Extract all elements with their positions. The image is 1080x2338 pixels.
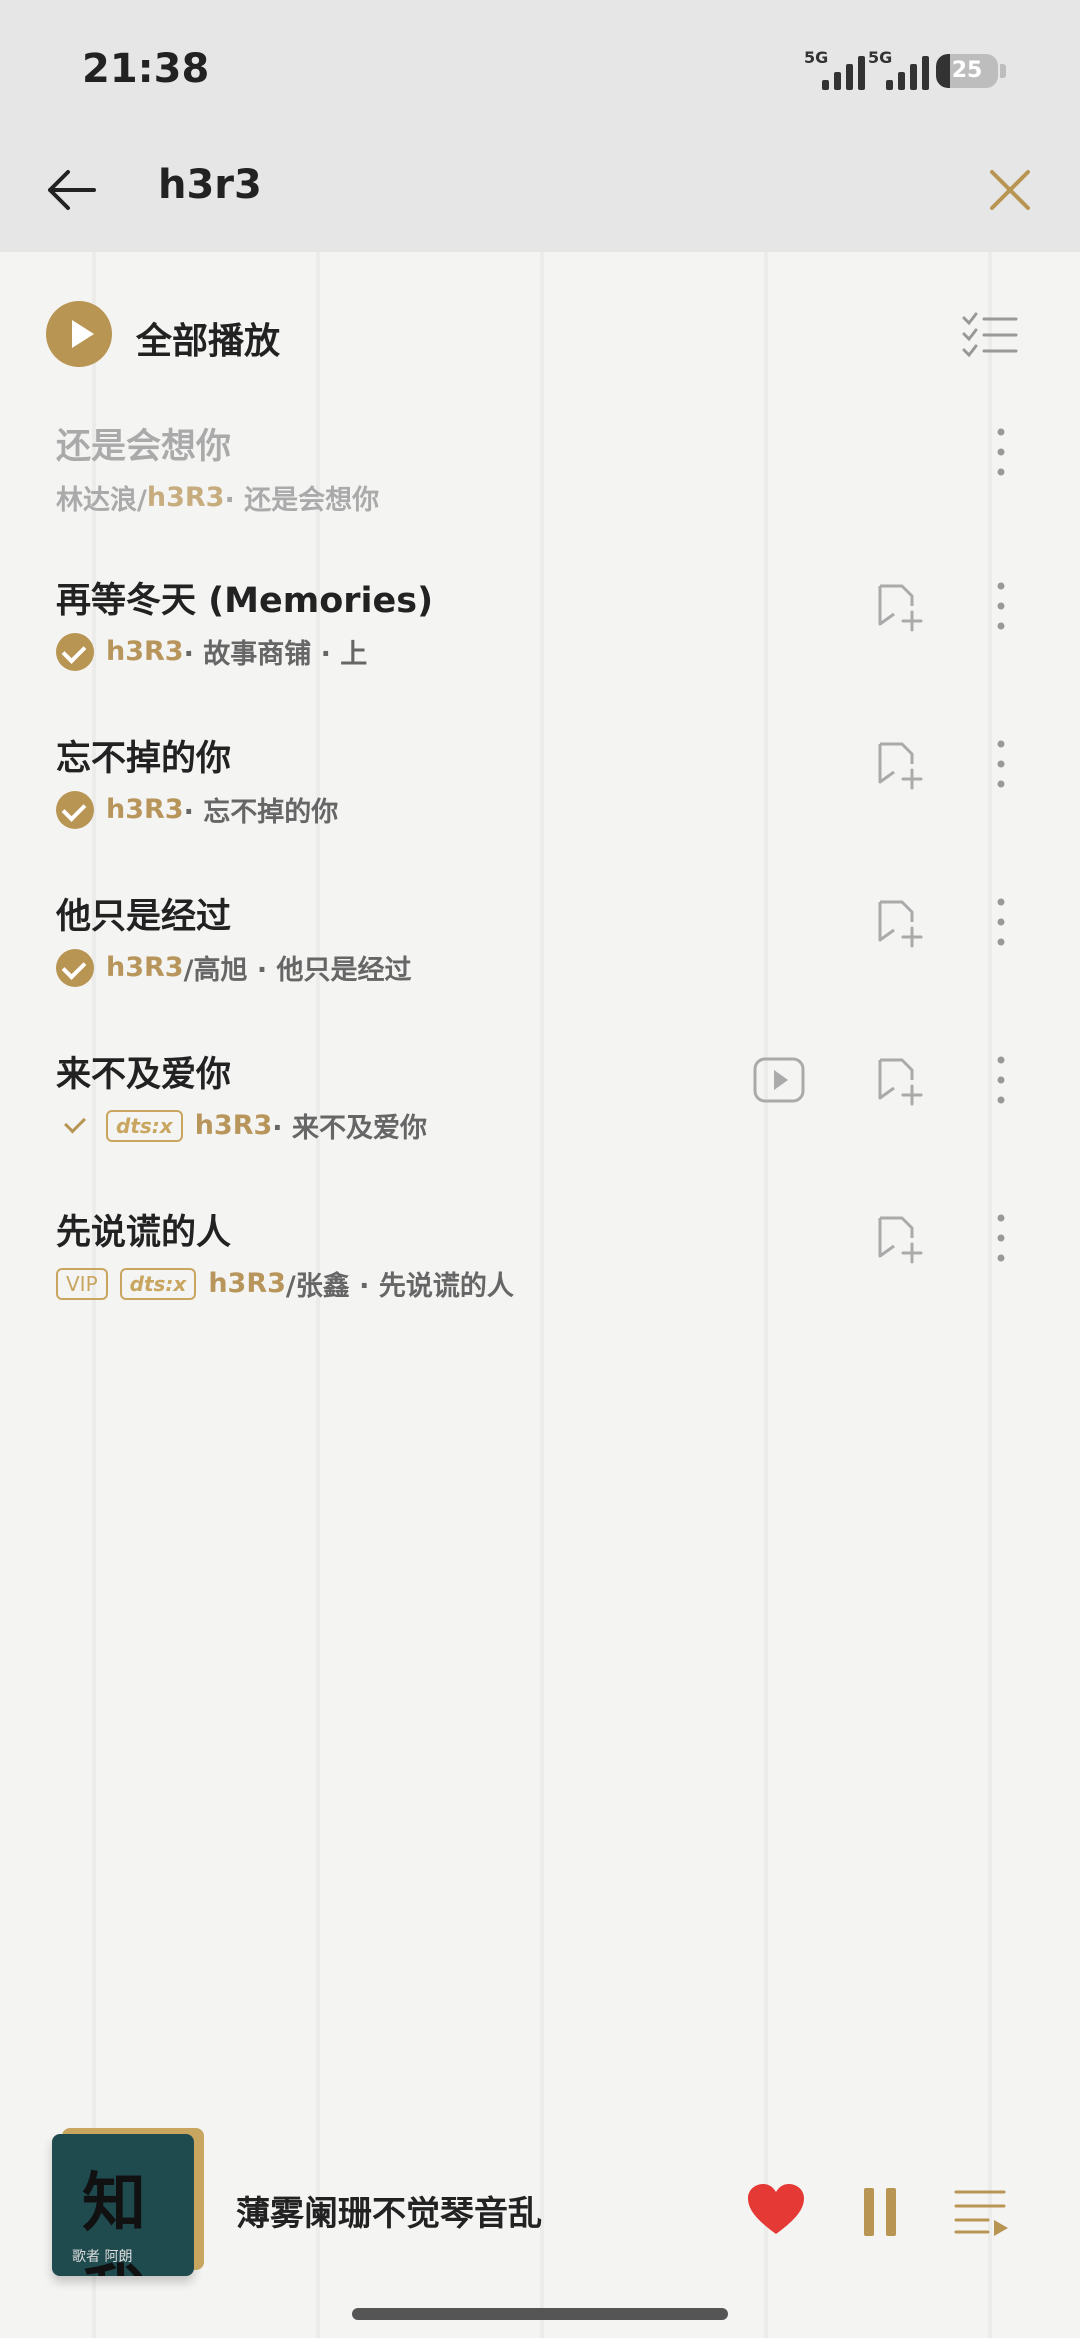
song-meta: VIP dts:x h3R3 /张鑫 · 先说谎的人 <box>56 1264 514 1303</box>
list-item[interactable]: 还是会想你 林达浪/ h3R3 · 还是会想你 <box>0 418 1080 568</box>
downloaded-check-icon <box>56 948 94 987</box>
song-title: 还是会想你 <box>56 427 232 467</box>
song-album: /高旭 · 他只是经过 <box>183 955 412 986</box>
song-title: 再等冬天 (Memories) <box>56 581 434 621</box>
more-options-icon[interactable] <box>986 1210 1016 1266</box>
song-title: 来不及爱你 <box>56 1055 232 1095</box>
multi-select-icon[interactable] <box>962 310 1018 360</box>
list-item[interactable]: 先说谎的人 VIP dts:x h3R3 /张鑫 · 先说谎的人 <box>0 1204 1080 1354</box>
add-to-playlist-icon[interactable] <box>876 582 928 632</box>
list-item[interactable]: 忘不掉的你 h3R3 · 忘不掉的你 <box>0 730 1080 880</box>
list-item[interactable]: 他只是经过 h3R3 /高旭 · 他只是经过 <box>0 888 1080 1038</box>
battery-icon: 25 <box>936 54 998 88</box>
song-title: 他只是经过 <box>56 897 232 937</box>
more-options-icon[interactable] <box>986 736 1016 792</box>
song-meta: h3R3 /高旭 · 他只是经过 <box>56 948 412 987</box>
song-artist-highlight: h3R3 <box>106 952 184 983</box>
more-options-icon[interactable] <box>986 424 1016 480</box>
album-cover[interactable]: 知我 歌者 阿朗 <box>52 2134 194 2276</box>
song-album: · 还是会想你 <box>224 485 380 516</box>
dtsx-badge: dts:x <box>119 1267 197 1300</box>
song-album: · 忘不掉的你 <box>183 797 339 828</box>
back-arrow-icon[interactable] <box>42 160 102 220</box>
add-to-playlist-icon[interactable] <box>876 1214 928 1264</box>
signal-icon-2: 5G <box>868 48 929 90</box>
music-video-icon[interactable] <box>752 1056 806 1104</box>
song-artist-highlight: h3R3 <box>208 1268 286 1299</box>
downloaded-check-icon <box>56 790 94 829</box>
song-artist-highlight: h3R3 <box>194 1110 273 1141</box>
home-indicator[interactable] <box>352 2308 728 2320</box>
add-to-playlist-icon[interactable] <box>876 1056 928 1106</box>
add-to-playlist-icon[interactable] <box>876 898 928 948</box>
song-meta: h3R3 · 忘不掉的你 <box>56 790 338 829</box>
check-icon <box>56 1107 94 1145</box>
now-playing-title[interactable]: 薄雾阑珊不觉琴音乱 <box>236 2186 542 2235</box>
cover-caption: 歌者 阿朗 <box>72 2249 133 2265</box>
battery-tip <box>1000 64 1006 78</box>
song-title: 先说谎的人 <box>56 1213 232 1253</box>
more-options-icon[interactable] <box>986 578 1016 634</box>
song-artist-highlight: h3R3 <box>146 482 225 513</box>
search-query[interactable]: h3r3 <box>158 162 262 208</box>
heart-icon[interactable] <box>746 2182 806 2238</box>
dtsx-badge: dts:x <box>106 1109 183 1142</box>
song-album: · 来不及爱你 <box>272 1113 427 1144</box>
list-item[interactable]: 来不及爱你 dts:x h3R3 · 来不及爱你 <box>0 1046 1080 1196</box>
now-playing-bar[interactable]: 知我 歌者 阿朗 薄雾阑珊不觉琴音乱 <box>0 2110 1080 2338</box>
song-artist-highlight: h3R3 <box>106 794 184 825</box>
song-album: · 故事商铺 · 上 <box>183 639 368 670</box>
song-album: /张鑫 · 先说谎的人 <box>285 1271 514 1302</box>
pause-button[interactable] <box>862 2188 896 2236</box>
downloaded-check-icon <box>56 632 94 671</box>
more-options-icon[interactable] <box>986 894 1016 950</box>
song-artist-prefix: 林达浪/ <box>56 485 147 516</box>
vip-badge: VIP <box>56 1267 108 1300</box>
list-item[interactable]: 再等冬天 (Memories) h3R3 · 故事商铺 · 上 <box>0 572 1080 722</box>
song-meta: h3R3 · 故事商铺 · 上 <box>56 632 367 671</box>
song-artist-highlight: h3R3 <box>106 636 184 667</box>
signal-icon-1: 5G <box>804 48 865 90</box>
battery-level: 25 <box>951 58 983 83</box>
song-meta: 林达浪/ h3R3 · 还是会想你 <box>56 478 379 517</box>
more-options-icon[interactable] <box>986 1052 1016 1108</box>
status-time: 21:38 <box>82 46 210 92</box>
song-meta: dts:x h3R3 · 来不及爱你 <box>56 1106 427 1145</box>
close-icon[interactable] <box>980 160 1040 220</box>
play-all-button[interactable] <box>46 301 112 367</box>
play-all-label[interactable]: 全部播放 <box>136 312 280 364</box>
playlist-queue-icon[interactable] <box>952 2188 1012 2236</box>
song-title: 忘不掉的你 <box>56 739 232 779</box>
add-to-playlist-icon[interactable] <box>876 740 928 790</box>
